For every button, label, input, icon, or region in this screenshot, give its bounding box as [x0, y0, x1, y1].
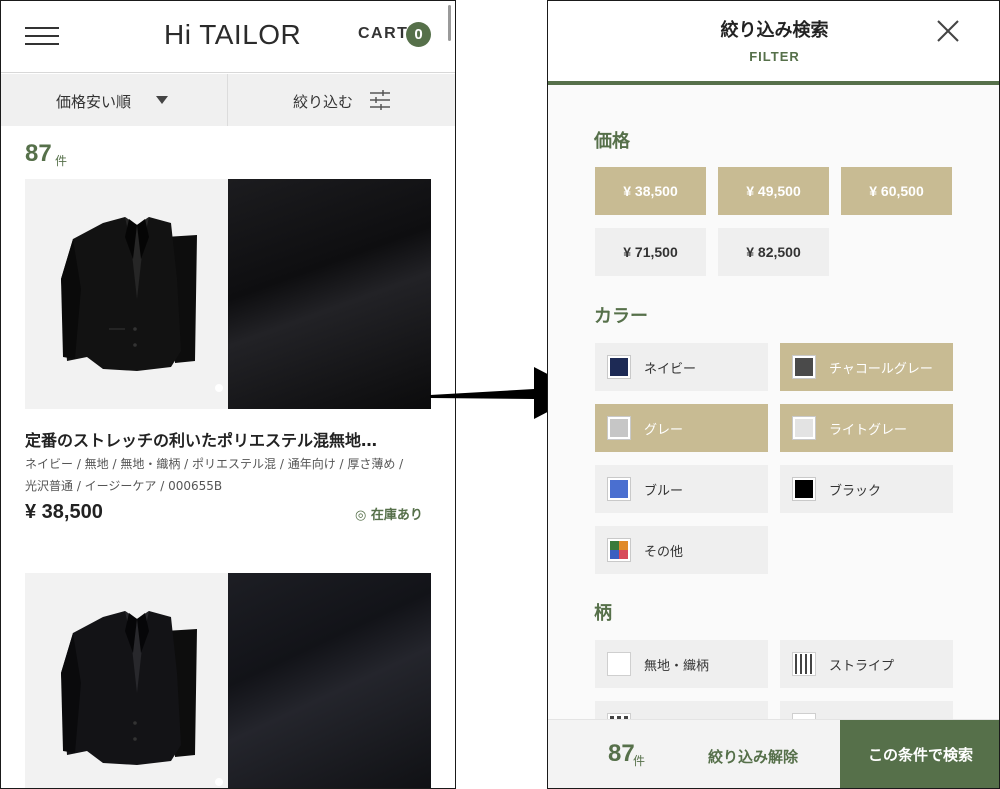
filter-options: 価格 ¥ 38,500 ¥ 49,500 ¥ 60,500 ¥ 71,500 ¥…: [548, 85, 999, 719]
cart-count-badge[interactable]: 0: [406, 22, 431, 47]
color-label: ネイビー: [644, 362, 697, 377]
pattern-chip-other[interactable]: [780, 701, 953, 719]
color-chip-light-gray[interactable]: ライトグレー: [780, 404, 953, 452]
price-chip-71500[interactable]: ¥ 71,500: [595, 228, 706, 276]
color-chip-other[interactable]: その他: [595, 526, 768, 574]
pattern-section-heading: 柄: [594, 603, 612, 624]
color-label: グレー: [644, 423, 684, 438]
app-header: Hi TAILOR CART 0: [1, 1, 455, 73]
filter-subtitle: FILTER: [749, 49, 800, 64]
product-tags-line: ネイビー / 無地 / 無地・織柄 / ポリエステル混 / 通年向け / 厚さ薄…: [25, 457, 404, 471]
price-chip-49500[interactable]: ¥ 49,500: [718, 167, 829, 215]
suit-photo[interactable]: [25, 573, 240, 788]
color-chip-black[interactable]: ブラック: [780, 465, 953, 513]
suit-illustration: [61, 611, 197, 765]
suit-photo[interactable]: [25, 179, 240, 409]
fabric-closeup-photo[interactable]: [228, 573, 431, 788]
filter-button[interactable]: 絞り込む: [229, 74, 455, 126]
price-section-heading: 価格: [594, 131, 630, 152]
filter-label: 絞り込む: [293, 93, 354, 111]
color-label: その他: [644, 545, 684, 560]
pattern-label: ストライプ: [829, 659, 895, 674]
color-label: ブラック: [829, 484, 882, 499]
brand-logo[interactable]: Hi TAILOR: [164, 19, 301, 51]
stripe-icon: [792, 652, 816, 676]
price-chip-82500[interactable]: ¥ 82,500: [718, 228, 829, 276]
color-label: ライトグレー: [829, 423, 908, 438]
charcoal-gray-swatch: [792, 355, 816, 379]
light-gray-swatch: [792, 416, 816, 440]
result-count: 87: [25, 140, 52, 167]
color-chip-blue[interactable]: ブルー: [595, 465, 768, 513]
blue-swatch: [607, 477, 631, 501]
pattern-chip-check[interactable]: [595, 701, 768, 719]
sliders-icon: [370, 90, 390, 110]
stock-status: ◎ 在庫あり: [355, 508, 423, 523]
result-count-unit: 件: [55, 154, 68, 168]
comparison-stage: Hi TAILOR CART 0 価格安い順 絞り込む 87 件 定番のストレッ…: [0, 0, 1000, 789]
hamburger-menu-icon[interactable]: [25, 25, 59, 47]
plain-icon: [607, 652, 631, 676]
product-tags-line: 光沢普通 / イージーケア / 000655B: [25, 479, 223, 493]
sort-label: 価格安い順: [56, 93, 132, 111]
sort-dropdown[interactable]: 価格安い順: [1, 74, 228, 126]
pattern-chip-plain[interactable]: 無地・織柄: [595, 640, 768, 688]
caret-down-icon: [156, 96, 168, 104]
sort-filter-bar: 価格安い順 絞り込む: [1, 74, 455, 126]
navy-swatch: [607, 355, 631, 379]
filter-footer: 87 件 絞り込み解除 この条件で検索: [548, 719, 999, 788]
multicolor-swatch: [607, 538, 631, 562]
filter-title: 絞り込み検索: [720, 20, 829, 41]
pattern-label: 無地・織柄: [644, 659, 710, 674]
gray-swatch: [607, 416, 631, 440]
price-chip-60500[interactable]: ¥ 60,500: [841, 167, 952, 215]
cart-link[interactable]: CART: [358, 25, 408, 43]
color-chip-gray[interactable]: グレー: [595, 404, 768, 452]
scrollbar[interactable]: [448, 5, 451, 41]
product-tags: ネイビー / 無地 / 無地・織柄 / ポリエステル混 / 通年向け / 厚さ薄…: [25, 453, 435, 497]
close-icon[interactable]: [936, 19, 960, 43]
price-chip-38500[interactable]: ¥ 38,500: [595, 167, 706, 215]
footer-result-count: 87: [608, 740, 635, 767]
filter-screen: 絞り込み検索 FILTER 価格 ¥ 38,500 ¥ 49,500 ¥ 60,…: [547, 0, 1000, 789]
product-price: ¥ 38,500: [25, 501, 103, 523]
footer-result-unit: 件: [633, 754, 646, 768]
apply-search-button[interactable]: この条件で検索: [840, 720, 999, 788]
clear-filters-button[interactable]: 絞り込み解除: [708, 746, 798, 767]
color-label: ブルー: [644, 484, 684, 499]
carousel-dot-active[interactable]: [215, 778, 223, 786]
color-section-heading: カラー: [594, 306, 648, 327]
pattern-chip-stripe[interactable]: ストライプ: [780, 640, 953, 688]
fabric-closeup-photo[interactable]: [228, 179, 431, 409]
product-list-screen: Hi TAILOR CART 0 価格安い順 絞り込む 87 件 定番のストレッ…: [0, 0, 456, 789]
product-title[interactable]: 定番のストレッチの利いたポリエステル混無地…: [25, 427, 435, 451]
color-chip-charcoal-gray[interactable]: チャコールグレー: [780, 343, 953, 391]
color-chip-navy[interactable]: ネイビー: [595, 343, 768, 391]
carousel-dot-active[interactable]: [215, 384, 223, 392]
color-label: チャコールグレー: [829, 362, 933, 377]
black-swatch: [792, 477, 816, 501]
suit-illustration: [61, 217, 197, 371]
